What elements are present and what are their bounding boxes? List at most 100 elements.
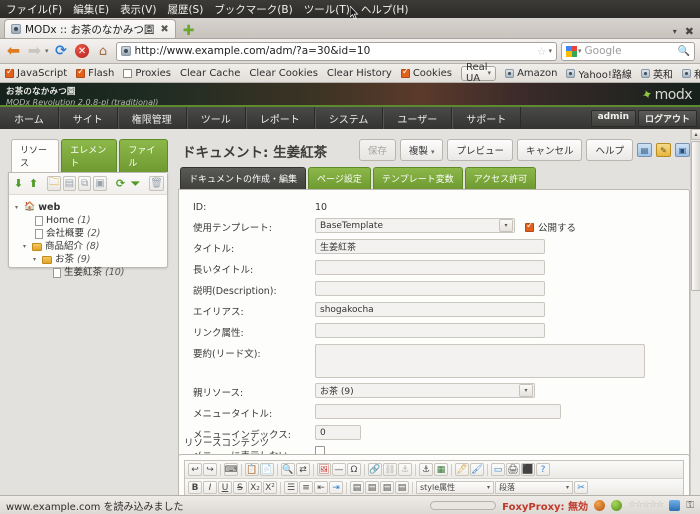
link-attributes-input[interactable] [315,323,545,338]
nav-item-tools[interactable]: ツール [187,107,246,129]
scroll-up-icon[interactable]: ▴ [691,129,700,140]
toggle-flash[interactable]: Flash [76,67,114,79]
stop-icon[interactable]: ✕ [74,43,91,60]
anchor-icon[interactable]: ⚓ [419,463,433,476]
special-char-icon[interactable]: Ω [347,463,361,476]
toggle-proxies[interactable]: Proxies [123,68,171,79]
rating-stars-icon[interactable]: ☆☆☆☆☆ [628,500,664,510]
bookmark-star-icon[interactable]: ☆ [537,45,547,58]
numbered-list-icon[interactable]: ≡ [299,481,313,494]
chevron-down-icon[interactable]: ▾ [578,47,582,55]
tree-node-ginger-tea[interactable]: 生姜紅茶 (10) [15,266,163,279]
addon-status-icon[interactable] [594,499,606,511]
align-right-icon[interactable]: ▤ [380,481,394,494]
tree-tab-resources[interactable]: リソース [11,139,60,172]
cancel-button[interactable]: キャンセル [516,139,583,161]
url-bar[interactable]: http://www.example.com/adm/?a=30&id=10 ☆… [115,41,557,61]
user-agent-select[interactable]: Real UA ▾ [460,62,497,84]
nav-item-permissions[interactable]: 権限管理 [118,107,187,129]
new-tab-icon[interactable]: ✚ [179,24,199,38]
new-document-icon[interactable]: 🗀 [47,176,61,191]
nav-item-users[interactable]: ユーザー [383,107,453,129]
undo-icon[interactable]: ↩ [188,463,202,476]
underline-icon[interactable]: U [218,481,232,494]
align-center-icon[interactable]: ▤ [365,481,379,494]
insert-link-icon[interactable]: 🔗 [368,463,382,476]
page-scrollbar[interactable]: ▴ ▾ [690,129,700,507]
paste-word-icon[interactable]: 📄 [260,463,274,476]
new-weblink-icon[interactable]: ▤ [62,176,76,191]
help-icon[interactable]: ? [536,463,550,476]
search-input[interactable]: Google [585,45,622,57]
nav-item-site[interactable]: サイト [59,107,118,129]
chevron-down-icon[interactable]: ▾ [15,201,21,214]
chevron-down-icon[interactable]: ▾ [33,253,39,266]
longtitle-input[interactable] [315,260,545,275]
tab-template-variables[interactable]: テンプレート変数 [372,167,463,189]
template-select[interactable]: BaseTemplate ▾ [315,218,515,233]
nav-item-home[interactable]: ホーム [0,107,59,129]
search-bar[interactable]: ▾ Google 🔍 [561,41,695,61]
text-color-icon[interactable]: 🖊 [455,463,469,476]
subscript-icon[interactable]: X₂ [248,481,262,494]
menu-bookmarks[interactable]: ブックマーク(B) [214,2,292,17]
close-window-icon[interactable]: ✖ [685,25,694,38]
align-left-icon[interactable]: ▤ [350,481,364,494]
search-icon[interactable]: 🔍 [678,46,690,57]
sync-icon[interactable] [669,499,681,511]
tree-node-products[interactable]: ▾ 商品紹介 (8) [15,240,163,253]
copy-icon[interactable]: ⧉ [78,176,92,191]
unlink-icon[interactable]: ⛓ [383,463,397,476]
chevron-down-icon[interactable]: ▾ [673,27,677,36]
insert-image-icon[interactable]: 🖼 [317,463,331,476]
refresh-icon[interactable]: ⟳ [114,176,127,191]
clear-cache-button[interactable]: Clear Cache [180,68,240,79]
chevron-down-icon[interactable]: ▾ [519,384,533,397]
summary-textarea[interactable] [315,344,645,378]
tree-node-home[interactable]: Home (1) [15,214,163,227]
print-icon[interactable]: 🖨 [506,463,520,476]
fullscreen-icon[interactable]: ⬛ [521,463,535,476]
menu-history[interactable]: 履歴(S) [167,2,203,17]
plugin-status-icon[interactable] [611,499,623,511]
tree-tab-files[interactable]: ファイル [119,139,168,172]
bold-icon[interactable]: B [188,481,202,494]
horizontal-rule-icon[interactable]: — [332,463,346,476]
expand-all-icon[interactable]: ⬆ [27,176,40,191]
remove-format-icon[interactable]: ✂ [574,481,588,494]
chevron-down-icon[interactable]: ▾ [45,47,49,55]
source-code-icon[interactable]: ⌨ [224,463,238,476]
tree-tab-elements[interactable]: エレメント [61,139,118,172]
description-input[interactable] [315,281,545,296]
duplicate-button[interactable]: 複製 ▾ [399,139,444,161]
bookmark-yahoo-transit[interactable]: Yahoo!路線 [566,66,632,81]
reload-icon[interactable]: ⟳ [53,43,70,60]
anchor-link-icon[interactable]: ⚓ [398,463,412,476]
style-select[interactable]: style属性 ▾ [416,481,494,494]
help-button[interactable]: ヘルプ [586,139,633,161]
nav-item-reports[interactable]: レポート [246,107,315,129]
superscript-icon[interactable]: X² [263,481,277,494]
tab-create-edit[interactable]: ドキュメントの作成・編集 [180,167,307,189]
home-icon[interactable]: ⌂ [95,43,112,60]
foxyproxy-status[interactable]: FoxyProxy: 無効 [502,498,588,513]
alias-input[interactable]: shogakocha [315,302,545,317]
lock-icon[interactable]: ▣ [93,176,107,191]
clear-history-button[interactable]: Clear History [327,68,392,79]
toggle-javascript[interactable]: JavaScript [5,67,67,79]
expand-tree-icon[interactable]: ▤ [637,143,652,157]
nav-item-system[interactable]: システム [315,107,384,129]
tree-node-web[interactable]: ▾ 🏠 web [15,201,163,214]
nav-item-support[interactable]: サポート [452,107,522,129]
format-select[interactable]: 段落 ▾ [495,481,573,494]
forward-icon[interactable]: ➡ [26,43,43,60]
edit-layout-icon[interactable]: ✎ [656,143,671,157]
replace-icon[interactable]: ⇄ [296,463,310,476]
collapse-all-icon[interactable]: ⬇ [12,176,25,191]
menu-view[interactable]: 表示(V) [120,2,156,17]
toggle-cookies[interactable]: Cookies [400,67,452,79]
close-icon[interactable]: ✖ [160,24,168,35]
username-label[interactable]: admin [590,110,636,127]
save-button[interactable]: 保存 [358,139,396,161]
strikethrough-icon[interactable]: S [233,481,247,494]
